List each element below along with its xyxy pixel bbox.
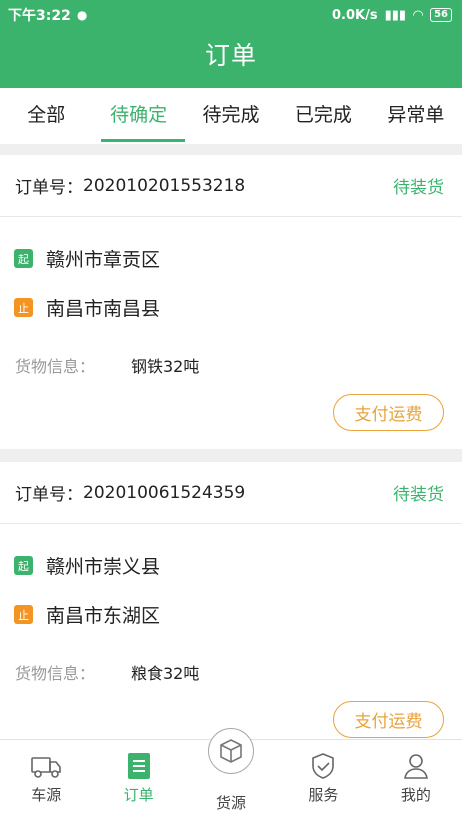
nav-service[interactable]: 服务 [277, 740, 369, 822]
end-location: 南昌市东湖区 [46, 605, 161, 627]
start-location: 赣州市章贡区 [46, 249, 161, 271]
end-location: 南昌市南昌县 [46, 298, 161, 320]
signal-icon: ▮▮▮ [384, 7, 407, 23]
cargo-value: 粮食32吨 [131, 664, 200, 683]
truck-icon [30, 752, 62, 780]
pay-freight-button[interactable]: 支付运费 [333, 394, 444, 431]
end-tag: 止 [14, 298, 33, 317]
wifi-icon: ◠ [413, 7, 424, 23]
status-time: 下午3:22 [8, 8, 71, 24]
app-header: 下午3:22 ● 0.0K/s ▮▮▮ ◠ 56 订单 [0, 0, 462, 88]
network-speed: 0.0K/s [332, 7, 378, 23]
nav-label: 货源 [216, 794, 247, 812]
cargo-info: 货物信息： 钢铁32吨 [0, 353, 462, 377]
shield-icon [309, 752, 337, 780]
wechat-icon: ● [76, 8, 88, 22]
nav-label: 我的 [400, 786, 431, 804]
nav-vehicle-source[interactable]: 车源 [0, 740, 92, 822]
order-status: 待装货 [393, 178, 444, 198]
order-number: 202010201553218 [83, 175, 246, 196]
nav-cargo-source[interactable]: 货源 [185, 728, 277, 822]
tab-pending-complete[interactable]: 待完成 [185, 88, 277, 144]
tab-pending-confirm[interactable]: 待确定 [92, 88, 186, 144]
order-number-label: 订单号： [15, 178, 83, 198]
cargo-value: 钢铁32吨 [131, 357, 200, 376]
end-tag: 止 [14, 605, 33, 624]
cargo-info: 货物信息： 粮食32吨 [0, 660, 462, 684]
route-end: 止 南昌市东湖区 [0, 601, 462, 628]
route-start: 起 赣州市崇义县 [0, 552, 462, 579]
battery-icon: 56 [430, 8, 452, 22]
nav-profile[interactable]: 我的 [370, 740, 462, 822]
order-card-header: 订单号： 202010201553218 待装货 [0, 155, 462, 217]
start-location: 赣州市崇义县 [46, 556, 161, 578]
tab-all[interactable]: 全部 [0, 88, 92, 144]
order-tabs: 全部 待确定 待完成 已完成 异常单 [0, 88, 462, 144]
bottom-nav: 车源 订单 货源 服务 我的 [0, 728, 462, 822]
order-card[interactable]: 订单号： 202010061524359 待装货 起 赣州市崇义县 止 南昌市东… [0, 462, 462, 739]
order-number: 202010061524359 [83, 482, 246, 503]
cargo-box-icon [208, 728, 255, 774]
cargo-label: 货物信息： [15, 357, 96, 376]
tab-completed[interactable]: 已完成 [277, 88, 369, 144]
start-tag: 起 [14, 249, 33, 268]
cargo-label: 货物信息： [15, 664, 96, 683]
tab-abnormal[interactable]: 异常单 [370, 88, 462, 144]
order-status: 待装货 [393, 485, 444, 505]
start-tag: 起 [14, 556, 33, 575]
route-end: 止 南昌市南昌县 [0, 294, 462, 321]
route-start: 起 赣州市章贡区 [0, 245, 462, 272]
status-bar: 下午3:22 ● 0.0K/s ▮▮▮ ◠ 56 [0, 0, 462, 30]
order-card-header: 订单号： 202010061524359 待装货 [0, 462, 462, 524]
user-icon [402, 752, 430, 780]
pay-freight-button[interactable]: 支付运费 [333, 701, 444, 738]
order-icon [126, 752, 152, 780]
nav-label: 服务 [308, 786, 339, 804]
page-title: 订单 [204, 41, 257, 70]
order-card[interactable]: 订单号： 202010201553218 待装货 起 赣州市章贡区 止 南昌市南… [0, 155, 462, 449]
nav-label: 订单 [123, 786, 154, 804]
nav-label: 车源 [31, 786, 62, 804]
nav-orders[interactable]: 订单 [92, 740, 184, 822]
order-number-label: 订单号： [15, 485, 83, 505]
